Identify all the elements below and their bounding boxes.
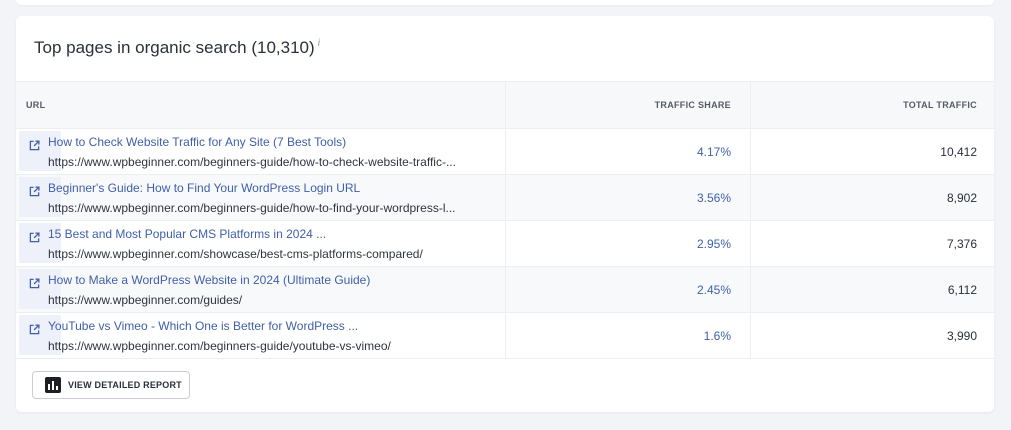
url-wrap: Beginner's Guide: How to Find Your WordP… <box>19 176 456 217</box>
traffic-share-value[interactable]: 3.56% <box>697 191 731 205</box>
card-title: Top pages in organic search (10,310) i <box>34 38 320 58</box>
url-text: 15 Best and Most Popular CMS Platforms i… <box>48 226 423 262</box>
external-link-icon[interactable] <box>29 139 40 151</box>
total-traffic-cell: 6,112 <box>751 267 994 312</box>
traffic-share-cell: 4.17% <box>506 129 751 174</box>
bar-chart-icon <box>45 377 61 393</box>
total-traffic-value: 3,990 <box>946 328 977 343</box>
column-header-total-traffic[interactable]: TOTAL TRAFFIC <box>751 82 994 128</box>
url-text: How to Check Website Traffic for Any Sit… <box>48 134 456 170</box>
total-traffic-cell: 8,902 <box>751 175 994 220</box>
url-cell: How to Make a WordPress Website in 2024 … <box>16 267 506 312</box>
card-title-text: Top pages in organic search (10,310) <box>34 38 315 57</box>
total-traffic-value: 10,412 <box>940 144 977 159</box>
total-traffic-value: 8,902 <box>946 190 977 205</box>
page-url: https://www.wpbeginner.com/beginners-gui… <box>48 154 456 169</box>
column-header-traffic-share-label: TRAFFIC SHARE <box>654 100 731 110</box>
traffic-share-cell: 1.6% <box>506 313 751 358</box>
total-traffic-value: 7,376 <box>946 236 977 251</box>
previous-card-edge <box>16 0 994 5</box>
url-text: How to Make a WordPress Website in 2024 … <box>48 272 370 308</box>
page-title-link[interactable]: YouTube vs Vimeo - Which One is Better f… <box>48 318 391 334</box>
table-row: Beginner's Guide: How to Find Your WordP… <box>16 175 994 221</box>
top-pages-table: URL TRAFFIC SHARE TOTAL TRAFFIC How to C… <box>16 81 994 359</box>
url-text: YouTube vs Vimeo - Which One is Better f… <box>48 318 391 354</box>
page-title-link[interactable]: Beginner's Guide: How to Find Your WordP… <box>48 180 456 196</box>
url-wrap: YouTube vs Vimeo - Which One is Better f… <box>19 314 391 355</box>
url-cell: How to Check Website Traffic for Any Sit… <box>16 129 506 174</box>
external-link-icon[interactable] <box>29 323 40 335</box>
view-detailed-report-button[interactable]: VIEW DETAILED REPORT <box>32 371 190 399</box>
column-header-url-label: URL <box>26 100 46 110</box>
page-url: https://www.wpbeginner.com/beginners-gui… <box>48 338 391 353</box>
page-url: https://www.wpbeginner.com/beginners-gui… <box>48 200 456 215</box>
external-link-icon[interactable] <box>29 185 40 197</box>
table-row: 15 Best and Most Popular CMS Platforms i… <box>16 221 994 267</box>
view-detailed-report-label: VIEW DETAILED REPORT <box>68 380 182 390</box>
external-link-icon[interactable] <box>29 231 40 243</box>
page-title-link[interactable]: 15 Best and Most Popular CMS Platforms i… <box>48 226 423 242</box>
total-traffic-value: 6,112 <box>947 282 977 297</box>
total-traffic-cell: 3,990 <box>751 313 994 358</box>
traffic-share-value[interactable]: 4.17% <box>697 145 731 159</box>
traffic-share-value[interactable]: 2.95% <box>697 237 731 251</box>
url-cell: YouTube vs Vimeo - Which One is Better f… <box>16 313 506 358</box>
info-icon[interactable]: i <box>318 38 320 49</box>
table-row: YouTube vs Vimeo - Which One is Better f… <box>16 313 994 359</box>
page-url: https://www.wpbeginner.com/guides/ <box>48 292 243 307</box>
external-link-icon[interactable] <box>29 277 40 289</box>
column-header-traffic-share[interactable]: TRAFFIC SHARE <box>506 82 751 128</box>
traffic-share-cell: 3.56% <box>506 175 751 220</box>
url-text: Beginner's Guide: How to Find Your WordP… <box>48 180 456 216</box>
top-pages-card: Top pages in organic search (10,310) i UR… <box>16 16 994 412</box>
column-header-total-traffic-label: TOTAL TRAFFIC <box>903 100 977 110</box>
total-traffic-cell: 7,376 <box>751 221 994 266</box>
traffic-share-value[interactable]: 2.45% <box>697 283 731 297</box>
page-title-link[interactable]: How to Check Website Traffic for Any Sit… <box>48 134 456 150</box>
url-cell: 15 Best and Most Popular CMS Platforms i… <box>16 221 506 266</box>
page-url: https://www.wpbeginner.com/showcase/best… <box>48 246 423 261</box>
url-wrap: 15 Best and Most Popular CMS Platforms i… <box>19 222 423 263</box>
table-row: How to Make a WordPress Website in 2024 … <box>16 267 994 313</box>
traffic-share-cell: 2.45% <box>506 267 751 312</box>
url-cell: Beginner's Guide: How to Find Your WordP… <box>16 175 506 220</box>
traffic-share-cell: 2.95% <box>506 221 751 266</box>
url-wrap: How to Check Website Traffic for Any Sit… <box>19 130 456 171</box>
traffic-share-value[interactable]: 1.6% <box>704 329 731 343</box>
page-title-link[interactable]: How to Make a WordPress Website in 2024 … <box>48 272 370 288</box>
url-wrap: How to Make a WordPress Website in 2024 … <box>19 268 370 309</box>
total-traffic-cell: 10,412 <box>751 129 994 174</box>
column-header-url[interactable]: URL <box>16 82 506 128</box>
table-header: URL TRAFFIC SHARE TOTAL TRAFFIC <box>16 81 994 129</box>
table-row: How to Check Website Traffic for Any Sit… <box>16 129 994 175</box>
